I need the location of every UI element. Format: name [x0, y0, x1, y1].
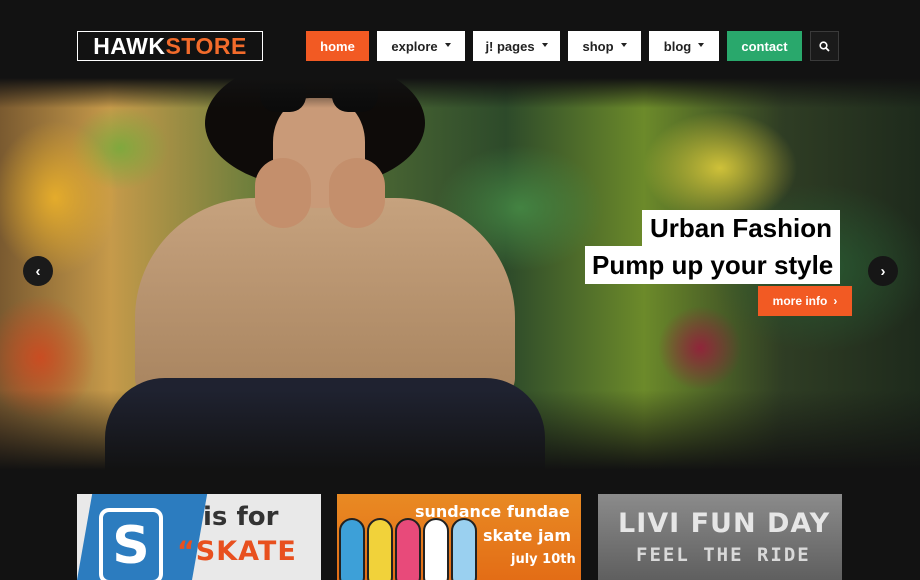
- banner-jam-line3: july 10th: [511, 552, 576, 567]
- main-nav: home explore j! pages shop blog contact: [306, 31, 839, 61]
- hero-caption-subtitle: Pump up your style: [585, 246, 841, 284]
- slider-next-button[interactable]: ›: [868, 256, 898, 286]
- banner-skate-badge: S: [99, 508, 163, 580]
- chevron-left-icon: ‹: [35, 262, 41, 280]
- chevron-down-icon: [620, 43, 627, 47]
- chevron-right-icon: ›: [880, 262, 886, 280]
- more-info-label: more info: [772, 294, 828, 308]
- more-info-button[interactable]: more info ›: [758, 286, 852, 316]
- logo-text-hawk: HAWK: [93, 32, 166, 59]
- search-icon: [819, 40, 830, 52]
- nav-jpages[interactable]: j! pages: [473, 31, 560, 61]
- promo-banner-skate-jam[interactable]: sundance fundae skate jam july 10th: [337, 494, 581, 580]
- promo-banner-fun-day[interactable]: LIVI FUN DAY FEEL THE RIDE: [598, 494, 842, 580]
- skateboard-image: [339, 518, 365, 580]
- banner-funday-line1: LIVI FUN DAY: [618, 508, 831, 539]
- skateboard-image: [423, 518, 449, 580]
- banner-skate-line1: is for: [203, 502, 279, 532]
- promo-banner-skate[interactable]: S is for “SKATE: [77, 494, 321, 580]
- banner-jam-line2: skate jam: [483, 526, 571, 545]
- nav-contact[interactable]: contact: [727, 31, 802, 61]
- nav-blog[interactable]: blog: [649, 31, 719, 61]
- nav-jpages-label: j! pages: [485, 38, 535, 54]
- chevron-down-icon: [698, 43, 705, 47]
- nav-blog-label: blog: [663, 38, 692, 54]
- nav-explore-label: explore: [391, 38, 438, 54]
- banner-skate-line2: “SKATE: [177, 536, 297, 567]
- nav-contact-label: contact: [741, 38, 788, 54]
- hero-slider: Urban Fashion Pump up your style more in…: [0, 78, 920, 470]
- chevron-down-icon: [444, 43, 451, 47]
- site-logo[interactable]: HAWK STORE: [77, 31, 263, 61]
- banner-funday-line2: FEEL THE RIDE: [636, 544, 811, 566]
- nav-shop[interactable]: shop: [568, 31, 641, 61]
- skateboard-image: [451, 518, 477, 580]
- nav-home-label: home: [320, 38, 355, 54]
- chevron-down-icon: [541, 43, 548, 47]
- nav-explore[interactable]: explore: [377, 31, 465, 61]
- banner-jam-line1: sundance fundae: [415, 502, 570, 521]
- skateboard-image: [395, 518, 421, 580]
- hero-caption-title: Urban Fashion: [642, 210, 841, 246]
- nav-shop-label: shop: [582, 38, 614, 54]
- chevron-right-icon: ›: [833, 294, 838, 308]
- slider-prev-button[interactable]: ‹: [23, 256, 53, 286]
- site-header: HAWK STORE home explore j! pages shop blo…: [0, 0, 920, 78]
- skateboard-image: [367, 518, 393, 580]
- nav-home[interactable]: home: [306, 31, 369, 61]
- logo-text-store: STORE: [165, 32, 247, 59]
- search-button[interactable]: [810, 31, 839, 61]
